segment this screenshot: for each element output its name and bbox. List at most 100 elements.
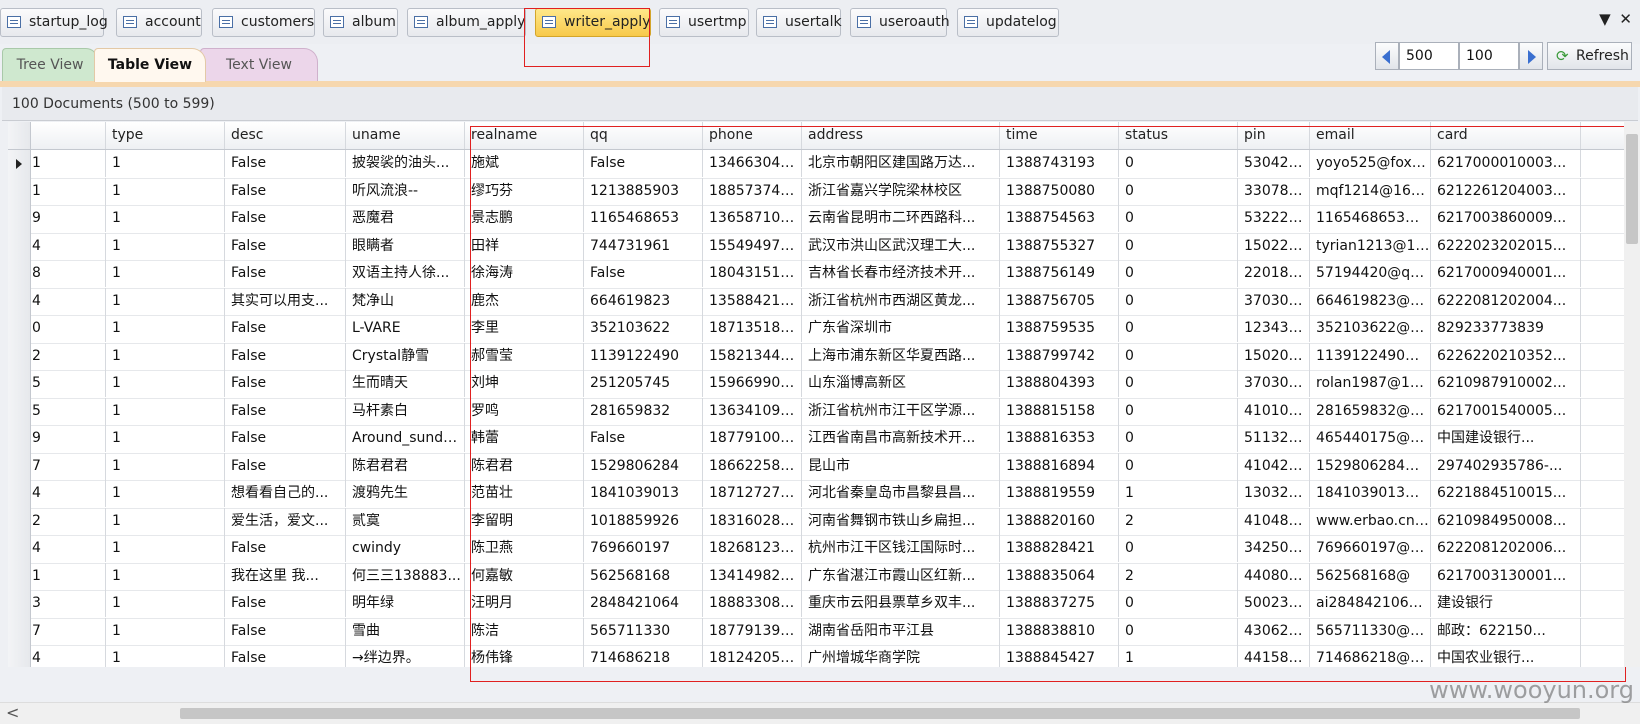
type-cell[interactable]: 1 [106, 315, 225, 342]
qq-cell[interactable]: 562568168 [584, 562, 703, 590]
type-cell[interactable]: 1 [106, 507, 225, 535]
time-cell[interactable]: 1388756149 [1000, 260, 1119, 287]
email-cell[interactable]: 769660197@qq.... [1310, 535, 1431, 562]
row-header[interactable] [8, 480, 31, 508]
qq-cell[interactable]: 1165468653 [584, 205, 703, 232]
realname-cell[interactable]: 陈君君 [465, 452, 584, 480]
email-cell[interactable]: rolan1987@126... [1310, 370, 1431, 397]
time-cell[interactable]: 1388804393 [1000, 370, 1119, 397]
row-header[interactable] [8, 287, 31, 315]
scroll-left-icon[interactable]: < [6, 705, 19, 721]
id-cell[interactable]: 4 [31, 232, 106, 260]
realname-cell[interactable]: 李留明 [465, 507, 584, 535]
type-cell[interactable]: 1 [106, 590, 225, 617]
time-cell[interactable]: 1388816353 [1000, 425, 1119, 452]
header-qq-column[interactable]: qq [584, 122, 703, 149]
row-header[interactable] [8, 205, 31, 233]
table-row[interactable]: 5 1 False 马杆素白 罗鸣 281659832 13634109561 浙江省杭州市江… [8, 397, 1632, 426]
status-cell[interactable]: 2 [1119, 562, 1238, 590]
pin-cell[interactable]: 410102... [1238, 397, 1310, 425]
id-cell[interactable]: 2 [31, 342, 106, 370]
address-cell[interactable]: 云南省昆明市二环西路科... [802, 205, 1000, 232]
type-cell[interactable]: 1 [106, 562, 225, 590]
address-cell[interactable]: 广东省深圳市 [802, 315, 1000, 342]
tab-overflow-menu-icon[interactable]: ▼ ✕ [1599, 10, 1634, 28]
pin-cell[interactable]: 441581... [1238, 645, 1310, 667]
qq-cell[interactable]: 744731961 [584, 232, 703, 260]
qq-cell[interactable]: 1139122490 [584, 342, 703, 370]
pin-cell[interactable]: 220182... [1238, 260, 1310, 287]
realname-cell[interactable]: 范苗壮 [465, 480, 584, 507]
id-cell[interactable]: 8 [31, 260, 106, 287]
card-cell[interactable]: 中国农业银行... [1431, 645, 1581, 667]
pin-cell[interactable]: 370303... [1238, 370, 1310, 397]
pin-cell[interactable]: 123436... [1238, 315, 1310, 342]
qq-cell[interactable]: 714686218 [584, 645, 703, 667]
status-cell[interactable]: 0 [1119, 287, 1238, 315]
desc-cell[interactable]: False [225, 397, 346, 425]
collection-tab-album[interactable]: album [323, 8, 398, 37]
tab-tree-view[interactable]: Tree View [2, 48, 98, 81]
email-cell[interactable]: 714686218@qq.... [1310, 645, 1431, 667]
card-cell[interactable]: 6222081202006... [1431, 535, 1581, 562]
card-cell[interactable]: 6217003130001... [1431, 562, 1581, 590]
qq-cell[interactable]: False [584, 150, 703, 177]
time-cell[interactable]: 1388845427 [1000, 645, 1119, 667]
table-row[interactable]: 3 1 False 明年绿 汪明月 2848421064 18883308186 重庆市云阳县… [8, 590, 1632, 619]
id-cell[interactable]: 4 [31, 287, 106, 315]
email-cell[interactable]: ai2848421064@... [1310, 590, 1431, 617]
header-time-column[interactable]: time [1000, 122, 1119, 149]
row-header[interactable] [8, 535, 31, 563]
table-row[interactable]: 2 1 False Crystal静雪 郝雪莹 1139122490 15821344917… [8, 342, 1632, 371]
realname-cell[interactable]: 鹿杰 [465, 287, 584, 315]
card-cell[interactable]: 6217000010003... [1431, 150, 1581, 177]
card-cell[interactable]: 6210987910002... [1431, 370, 1581, 397]
pin-cell[interactable]: 500235... [1238, 590, 1310, 617]
desc-cell[interactable]: False [225, 645, 346, 667]
phone-cell[interactable]: 18268123260 [703, 535, 802, 562]
uname-cell[interactable]: cwindy [346, 535, 465, 562]
status-cell[interactable]: 0 [1119, 342, 1238, 370]
card-cell[interactable]: 6210984950008... [1431, 507, 1581, 535]
id-cell[interactable]: 4 [31, 535, 106, 562]
time-cell[interactable]: 1388815158 [1000, 397, 1119, 425]
type-cell[interactable]: 1 [106, 645, 225, 667]
id-cell[interactable]: 0 [31, 315, 106, 342]
status-cell[interactable]: 1 [1119, 480, 1238, 507]
table-row[interactable]: 4 1 False 眼瞒者 田祥 744731961 15549497299 武汉市洪山区武汉… [8, 232, 1632, 261]
card-cell[interactable]: 6217000940001... [1431, 260, 1581, 287]
realname-cell[interactable]: 何嘉敏 [465, 562, 584, 590]
type-cell[interactable]: 1 [106, 260, 225, 287]
desc-cell[interactable]: 想看看自己的... [225, 480, 346, 507]
id-cell[interactable]: 5 [31, 397, 106, 425]
qq-cell[interactable]: False [584, 425, 703, 452]
desc-cell[interactable]: 其实可以用支... [225, 287, 346, 315]
address-cell[interactable]: 吉林省长春市经济技术开... [802, 260, 1000, 287]
card-cell[interactable]: 6217003860009... [1431, 205, 1581, 232]
phone-cell[interactable]: 13588421450 [703, 287, 802, 315]
row-header[interactable] [8, 342, 31, 370]
address-cell[interactable]: 浙江省杭州市西湖区黄龙... [802, 287, 1000, 315]
time-cell[interactable]: 1388756705 [1000, 287, 1119, 315]
phone-cell[interactable]: 13658710154 [703, 205, 802, 232]
desc-cell[interactable]: False [225, 315, 346, 342]
pin-cell[interactable]: 511324... [1238, 425, 1310, 452]
card-cell[interactable]: 6212261204003... [1431, 177, 1581, 205]
uname-cell[interactable]: 贰寞 [346, 507, 465, 535]
type-cell[interactable]: 1 [106, 205, 225, 232]
phone-cell[interactable]: 18779139235 [703, 617, 802, 645]
uname-cell[interactable]: 何三三138883... [346, 562, 465, 590]
phone-cell[interactable]: 18857374064 [703, 177, 802, 205]
row-header[interactable] [8, 425, 31, 453]
pin-cell[interactable]: 370304... [1238, 287, 1310, 315]
address-cell[interactable]: 重庆市云阳县票草乡双丰... [802, 590, 1000, 617]
email-cell[interactable]: 352103622@qq.... [1310, 315, 1431, 342]
address-cell[interactable]: 昆山市 [802, 452, 1000, 480]
table-row[interactable]: 9 1 False 恶魔君 景志鹏 1165468653 13658710154 云南省昆明市… [8, 205, 1632, 234]
phone-cell[interactable]: 15549497299 [703, 232, 802, 260]
table-row[interactable]: 1 1 我在这里 我... 何三三138883... 何嘉敏 562568168 13414… [8, 562, 1632, 591]
phone-cell[interactable]: 13466304215 [703, 150, 802, 177]
status-cell[interactable]: 0 [1119, 617, 1238, 645]
card-cell[interactable]: 829233773839 [1431, 315, 1581, 342]
phone-cell[interactable]: 18713518586 [703, 315, 802, 342]
